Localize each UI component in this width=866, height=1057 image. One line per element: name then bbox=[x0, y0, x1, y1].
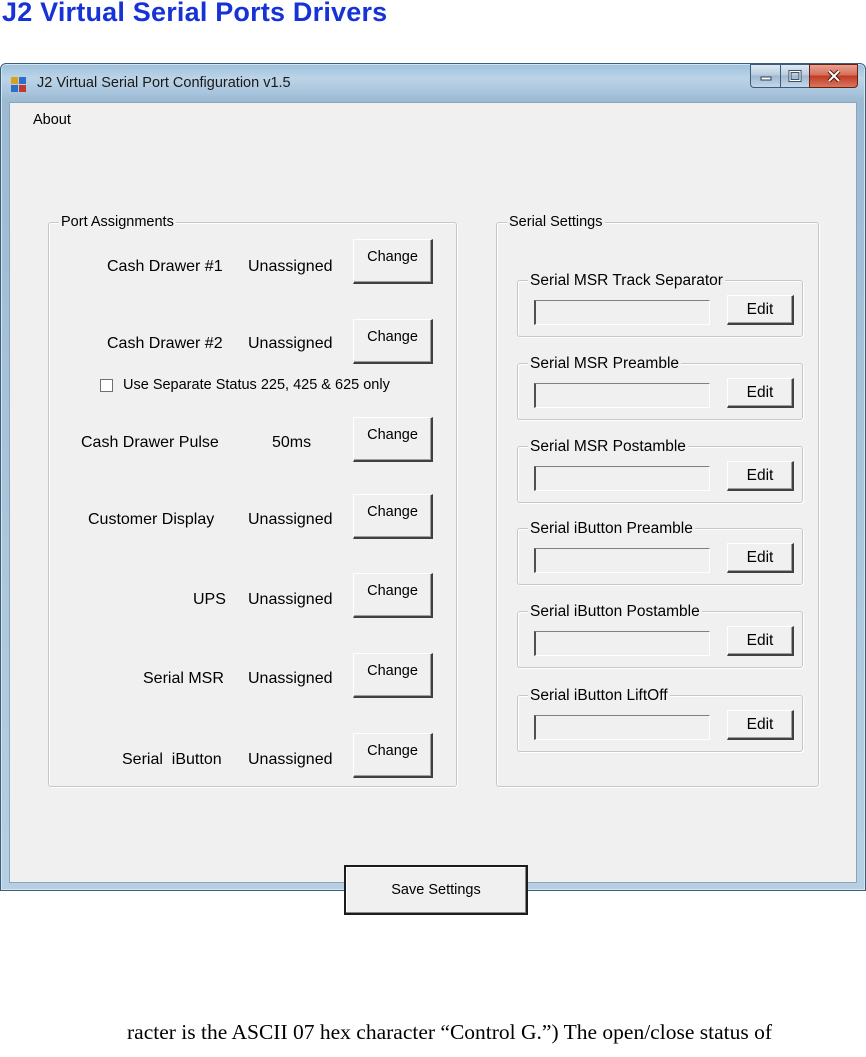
msr-track-separator-group: Serial MSR Track Separator Edit bbox=[517, 272, 803, 337]
serial-settings-title: Serial Settings bbox=[507, 214, 605, 231]
app-window: J2 Virtual Serial Port Configuration v1.… bbox=[0, 63, 866, 915]
ups-label: UPS bbox=[193, 591, 226, 608]
msr-postamble-input[interactable] bbox=[534, 466, 710, 491]
menu-about[interactable]: About bbox=[33, 112, 71, 128]
ibutton-preamble-group: Serial iButton Preamble Edit bbox=[517, 520, 803, 585]
serial-msr-change-button[interactable]: Change bbox=[353, 653, 433, 698]
msr-preamble-group: Serial MSR Preamble Edit bbox=[517, 355, 803, 420]
save-settings-button[interactable]: Save Settings bbox=[344, 865, 528, 915]
window-title: J2 Virtual Serial Port Configuration v1.… bbox=[37, 75, 291, 91]
ibutton-liftoff-title: Serial iButton LiftOff bbox=[528, 687, 670, 704]
customer-display-label: Customer Display bbox=[88, 511, 215, 528]
maximize-button[interactable] bbox=[780, 64, 809, 88]
msr-postamble-edit-button[interactable]: Edit bbox=[727, 461, 794, 491]
ibutton-postamble-edit-button[interactable]: Edit bbox=[727, 626, 794, 656]
ibutton-preamble-input[interactable] bbox=[534, 548, 710, 573]
ibutton-liftoff-input[interactable] bbox=[534, 715, 710, 740]
cash-drawer-pulse-value: 50ms bbox=[272, 434, 312, 451]
separate-status-checkbox[interactable] bbox=[100, 379, 113, 392]
serial-msr-value: Unassigned bbox=[248, 670, 333, 687]
serial-ibutton-label: Serial iButton bbox=[122, 751, 222, 768]
serial-msr-label: Serial MSR bbox=[143, 670, 224, 687]
cash-drawer-1-label: Cash Drawer #1 bbox=[107, 258, 223, 275]
maximize-icon bbox=[788, 70, 802, 82]
document-caption-text: racter is the ASCII 07 hex character “Co… bbox=[127, 1020, 772, 1044]
ibutton-postamble-title: Serial iButton Postamble bbox=[528, 603, 702, 620]
cash-drawer-1-change-button[interactable]: Change bbox=[353, 239, 433, 284]
msr-postamble-title: Serial MSR Postamble bbox=[528, 438, 688, 455]
ibutton-postamble-input[interactable] bbox=[534, 631, 710, 656]
minimize-icon bbox=[760, 76, 771, 81]
msr-track-separator-input[interactable] bbox=[534, 300, 710, 325]
app-window-icon bbox=[11, 77, 27, 93]
msr-track-separator-edit-button[interactable]: Edit bbox=[727, 295, 794, 325]
window-client-area: About Port Assignments Cash Drawer #1 Un… bbox=[9, 102, 857, 915]
ibutton-preamble-edit-button[interactable]: Edit bbox=[727, 543, 794, 573]
customer-display-change-button[interactable]: Change bbox=[353, 494, 433, 539]
ibutton-postamble-group: Serial iButton Postamble Edit bbox=[517, 603, 803, 668]
msr-preamble-input[interactable] bbox=[534, 383, 710, 408]
msr-postamble-group: Serial MSR Postamble Edit bbox=[517, 438, 803, 503]
minimize-button[interactable] bbox=[750, 64, 780, 88]
menu-bar: About bbox=[10, 103, 856, 133]
serial-ibutton-change-button[interactable]: Change bbox=[353, 733, 433, 778]
cash-drawer-2-label: Cash Drawer #2 bbox=[107, 335, 223, 352]
document-heading: J2 Virtual Serial Ports Drivers bbox=[2, 0, 388, 27]
ibutton-liftoff-edit-button[interactable]: Edit bbox=[727, 710, 794, 740]
cash-drawer-2-value: Unassigned bbox=[248, 335, 333, 352]
ibutton-preamble-title: Serial iButton Preamble bbox=[528, 520, 695, 537]
msr-preamble-edit-button[interactable]: Edit bbox=[727, 378, 794, 408]
ibutton-liftoff-group: Serial iButton LiftOff Edit bbox=[517, 687, 803, 752]
ups-change-button[interactable]: Change bbox=[353, 573, 433, 618]
title-bar[interactable]: J2 Virtual Serial Port Configuration v1.… bbox=[1, 64, 865, 102]
msr-preamble-title: Serial MSR Preamble bbox=[528, 355, 682, 372]
port-assignments-title: Port Assignments bbox=[59, 214, 176, 231]
cash-drawer-pulse-label: Cash Drawer Pulse bbox=[81, 434, 219, 451]
ups-value: Unassigned bbox=[248, 591, 333, 608]
customer-display-value: Unassigned bbox=[248, 511, 333, 528]
separate-status-label: Use Separate Status 225, 425 & 625 only bbox=[123, 377, 390, 393]
cash-drawer-1-value: Unassigned bbox=[248, 258, 333, 275]
cash-drawer-2-change-button[interactable]: Change bbox=[353, 319, 433, 364]
cash-drawer-pulse-change-button[interactable]: Change bbox=[353, 417, 433, 462]
msr-track-separator-title: Serial MSR Track Separator bbox=[528, 272, 725, 289]
close-icon bbox=[827, 70, 840, 82]
serial-ibutton-value: Unassigned bbox=[248, 751, 333, 768]
close-button[interactable] bbox=[809, 64, 858, 88]
